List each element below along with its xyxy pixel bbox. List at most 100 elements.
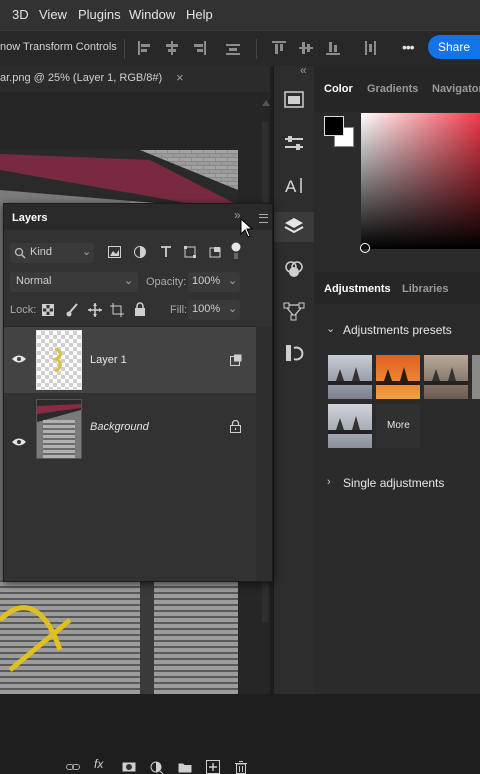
menu-3d[interactable]: 3D	[12, 7, 29, 22]
chevron-down-icon: ⌄	[228, 303, 238, 315]
preset-thumbnail[interactable]	[328, 404, 372, 448]
menu-view[interactable]: View	[39, 7, 67, 22]
collapse-panels-icon[interactable]: «	[300, 63, 307, 77]
align-left-icon[interactable]	[138, 41, 152, 55]
filter-toggle-icon[interactable]	[230, 242, 242, 260]
tab-libraries[interactable]: Libraries	[402, 283, 448, 295]
layer-row[interactable]: Layer 1	[4, 327, 256, 393]
lock-artboard-icon[interactable]	[110, 303, 124, 317]
layer-name[interactable]: Layer 1	[90, 354, 127, 366]
document-title: ar.png @ 25% (Layer 1, RGB/8#)	[0, 72, 163, 84]
document-tab[interactable]: ar.png @ 25% (Layer 1, RGB/8#) ×	[0, 66, 270, 92]
svg-text:A: A	[285, 177, 297, 196]
chevron-right-icon[interactable]: ›	[327, 476, 331, 488]
adjustments-presets-label[interactable]: Adjustments presets	[343, 323, 452, 337]
preset-thumbnail[interactable]	[328, 355, 372, 399]
fill-label: Fill:	[170, 304, 188, 316]
blend-mode-dropdown[interactable]: Normal ⌄	[10, 272, 138, 292]
filter-type-icon[interactable]	[160, 246, 172, 258]
chevron-down-icon: ⌄	[228, 275, 238, 287]
new-layer-icon[interactable]	[206, 760, 220, 774]
chevron-down-icon: ⌄	[124, 275, 134, 287]
panel-icon-strip: « A	[273, 63, 315, 694]
fx-icon[interactable]: fx	[94, 757, 103, 771]
opacity-value: 100%	[192, 275, 221, 287]
layer-name[interactable]: Background	[90, 421, 149, 433]
align-right-icon[interactable]	[192, 41, 206, 55]
lock-transparent-icon[interactable]	[42, 304, 54, 316]
paths-icon[interactable]	[283, 300, 305, 322]
filter-adjustment-icon[interactable]	[134, 246, 146, 258]
tab-adjustments[interactable]: Adjustments	[324, 283, 391, 295]
chevron-down-icon[interactable]: ⌄	[326, 322, 335, 335]
scroll-up-icon[interactable]	[262, 100, 270, 106]
more-options-button[interactable]: •••	[402, 39, 415, 55]
panel-menu-icon[interactable]	[259, 214, 268, 223]
align-hcenter-icon[interactable]	[165, 41, 179, 55]
menu-window[interactable]: Window	[129, 7, 175, 22]
layers-panel: Layers » Kind ⌄ Normal ⌄ Opacity: 100% ⌄…	[3, 203, 273, 774]
add-mask-icon[interactable]	[122, 760, 136, 774]
align-top-icon[interactable]	[272, 41, 286, 55]
tab-gradients[interactable]: Gradients	[367, 83, 418, 95]
menu-plugins[interactable]: Plugins	[78, 7, 121, 22]
layer-row[interactable]: Background	[4, 393, 256, 459]
lock-icon	[230, 420, 241, 433]
link-layers-icon[interactable]	[66, 760, 80, 774]
foreground-color-swatch[interactable]	[324, 116, 344, 136]
lock-all-icon[interactable]	[134, 302, 146, 316]
close-icon[interactable]: ×	[176, 70, 184, 85]
opacity-field[interactable]: 100% ⌄	[188, 272, 240, 292]
tab-navigator[interactable]: Navigator	[432, 83, 480, 95]
distribute-icon[interactable]	[226, 41, 240, 55]
actions-icon[interactable]	[283, 342, 305, 364]
layer-thumbnail	[36, 330, 82, 390]
preset-thumbnail[interactable]	[376, 355, 420, 399]
blend-mode-value: Normal	[16, 275, 52, 287]
align-vcenter-icon[interactable]	[299, 41, 313, 55]
delete-layer-trash-icon[interactable]	[234, 760, 248, 774]
layers-panel-title[interactable]: Layers	[12, 212, 47, 224]
layers-panel-button[interactable]	[274, 212, 314, 242]
chevron-down-icon: ⌄	[82, 246, 92, 258]
properties-icon[interactable]	[283, 132, 305, 154]
tab-color[interactable]: Color	[324, 83, 353, 95]
search-icon	[14, 247, 26, 259]
channels-icon[interactable]	[283, 258, 305, 280]
filter-shape-icon[interactable]	[184, 246, 197, 258]
share-button[interactable]: Share	[428, 35, 480, 59]
filter-smart-object-icon[interactable]	[209, 246, 221, 258]
filter-kind-label: Kind	[30, 246, 53, 258]
mouse-cursor-icon	[240, 218, 254, 238]
color-field[interactable]	[361, 113, 480, 249]
options-bar: now Transform Controls •••	[0, 30, 480, 68]
layer-thumbnail	[36, 399, 82, 459]
single-adjustments-label[interactable]: Single adjustments	[343, 476, 444, 490]
fill-value: 100%	[192, 303, 221, 315]
more-presets-button[interactable]: More	[376, 404, 420, 448]
transform-controls-label[interactable]: now Transform Controls	[0, 41, 117, 53]
filter-kind-dropdown[interactable]: Kind ⌄	[10, 243, 94, 263]
lock-position-move-icon[interactable]	[88, 303, 102, 317]
visibility-eye-icon[interactable]	[12, 354, 26, 364]
lock-label: Lock:	[10, 304, 37, 316]
lock-pixels-brush-icon[interactable]	[66, 303, 79, 317]
character-icon[interactable]: A	[283, 174, 305, 196]
right-panel: Color Gradients Navigator Adjustments Li…	[314, 66, 480, 694]
visibility-eye-icon[interactable]	[12, 437, 26, 447]
preset-thumbnail[interactable]	[424, 355, 468, 399]
more-presets-label: More	[387, 420, 410, 431]
new-adjustment-layer-icon[interactable]	[150, 760, 164, 774]
menu-bar: 3D View Plugins Window Help	[0, 0, 480, 30]
color-picker-handle[interactable]	[360, 243, 370, 253]
menu-help[interactable]: Help	[186, 7, 213, 22]
filter-pixel-icon[interactable]	[108, 246, 121, 258]
fill-field[interactable]: 100% ⌄	[188, 300, 240, 320]
preset-thumbnail[interactable]	[472, 355, 480, 399]
align-bottom-icon[interactable]	[326, 41, 340, 55]
layers-scrollbar[interactable]	[256, 327, 272, 581]
opacity-label: Opacity:	[146, 276, 187, 288]
history-icon[interactable]	[283, 88, 305, 110]
distribute-vertical-icon[interactable]	[362, 41, 376, 55]
new-group-folder-icon[interactable]	[178, 760, 192, 774]
